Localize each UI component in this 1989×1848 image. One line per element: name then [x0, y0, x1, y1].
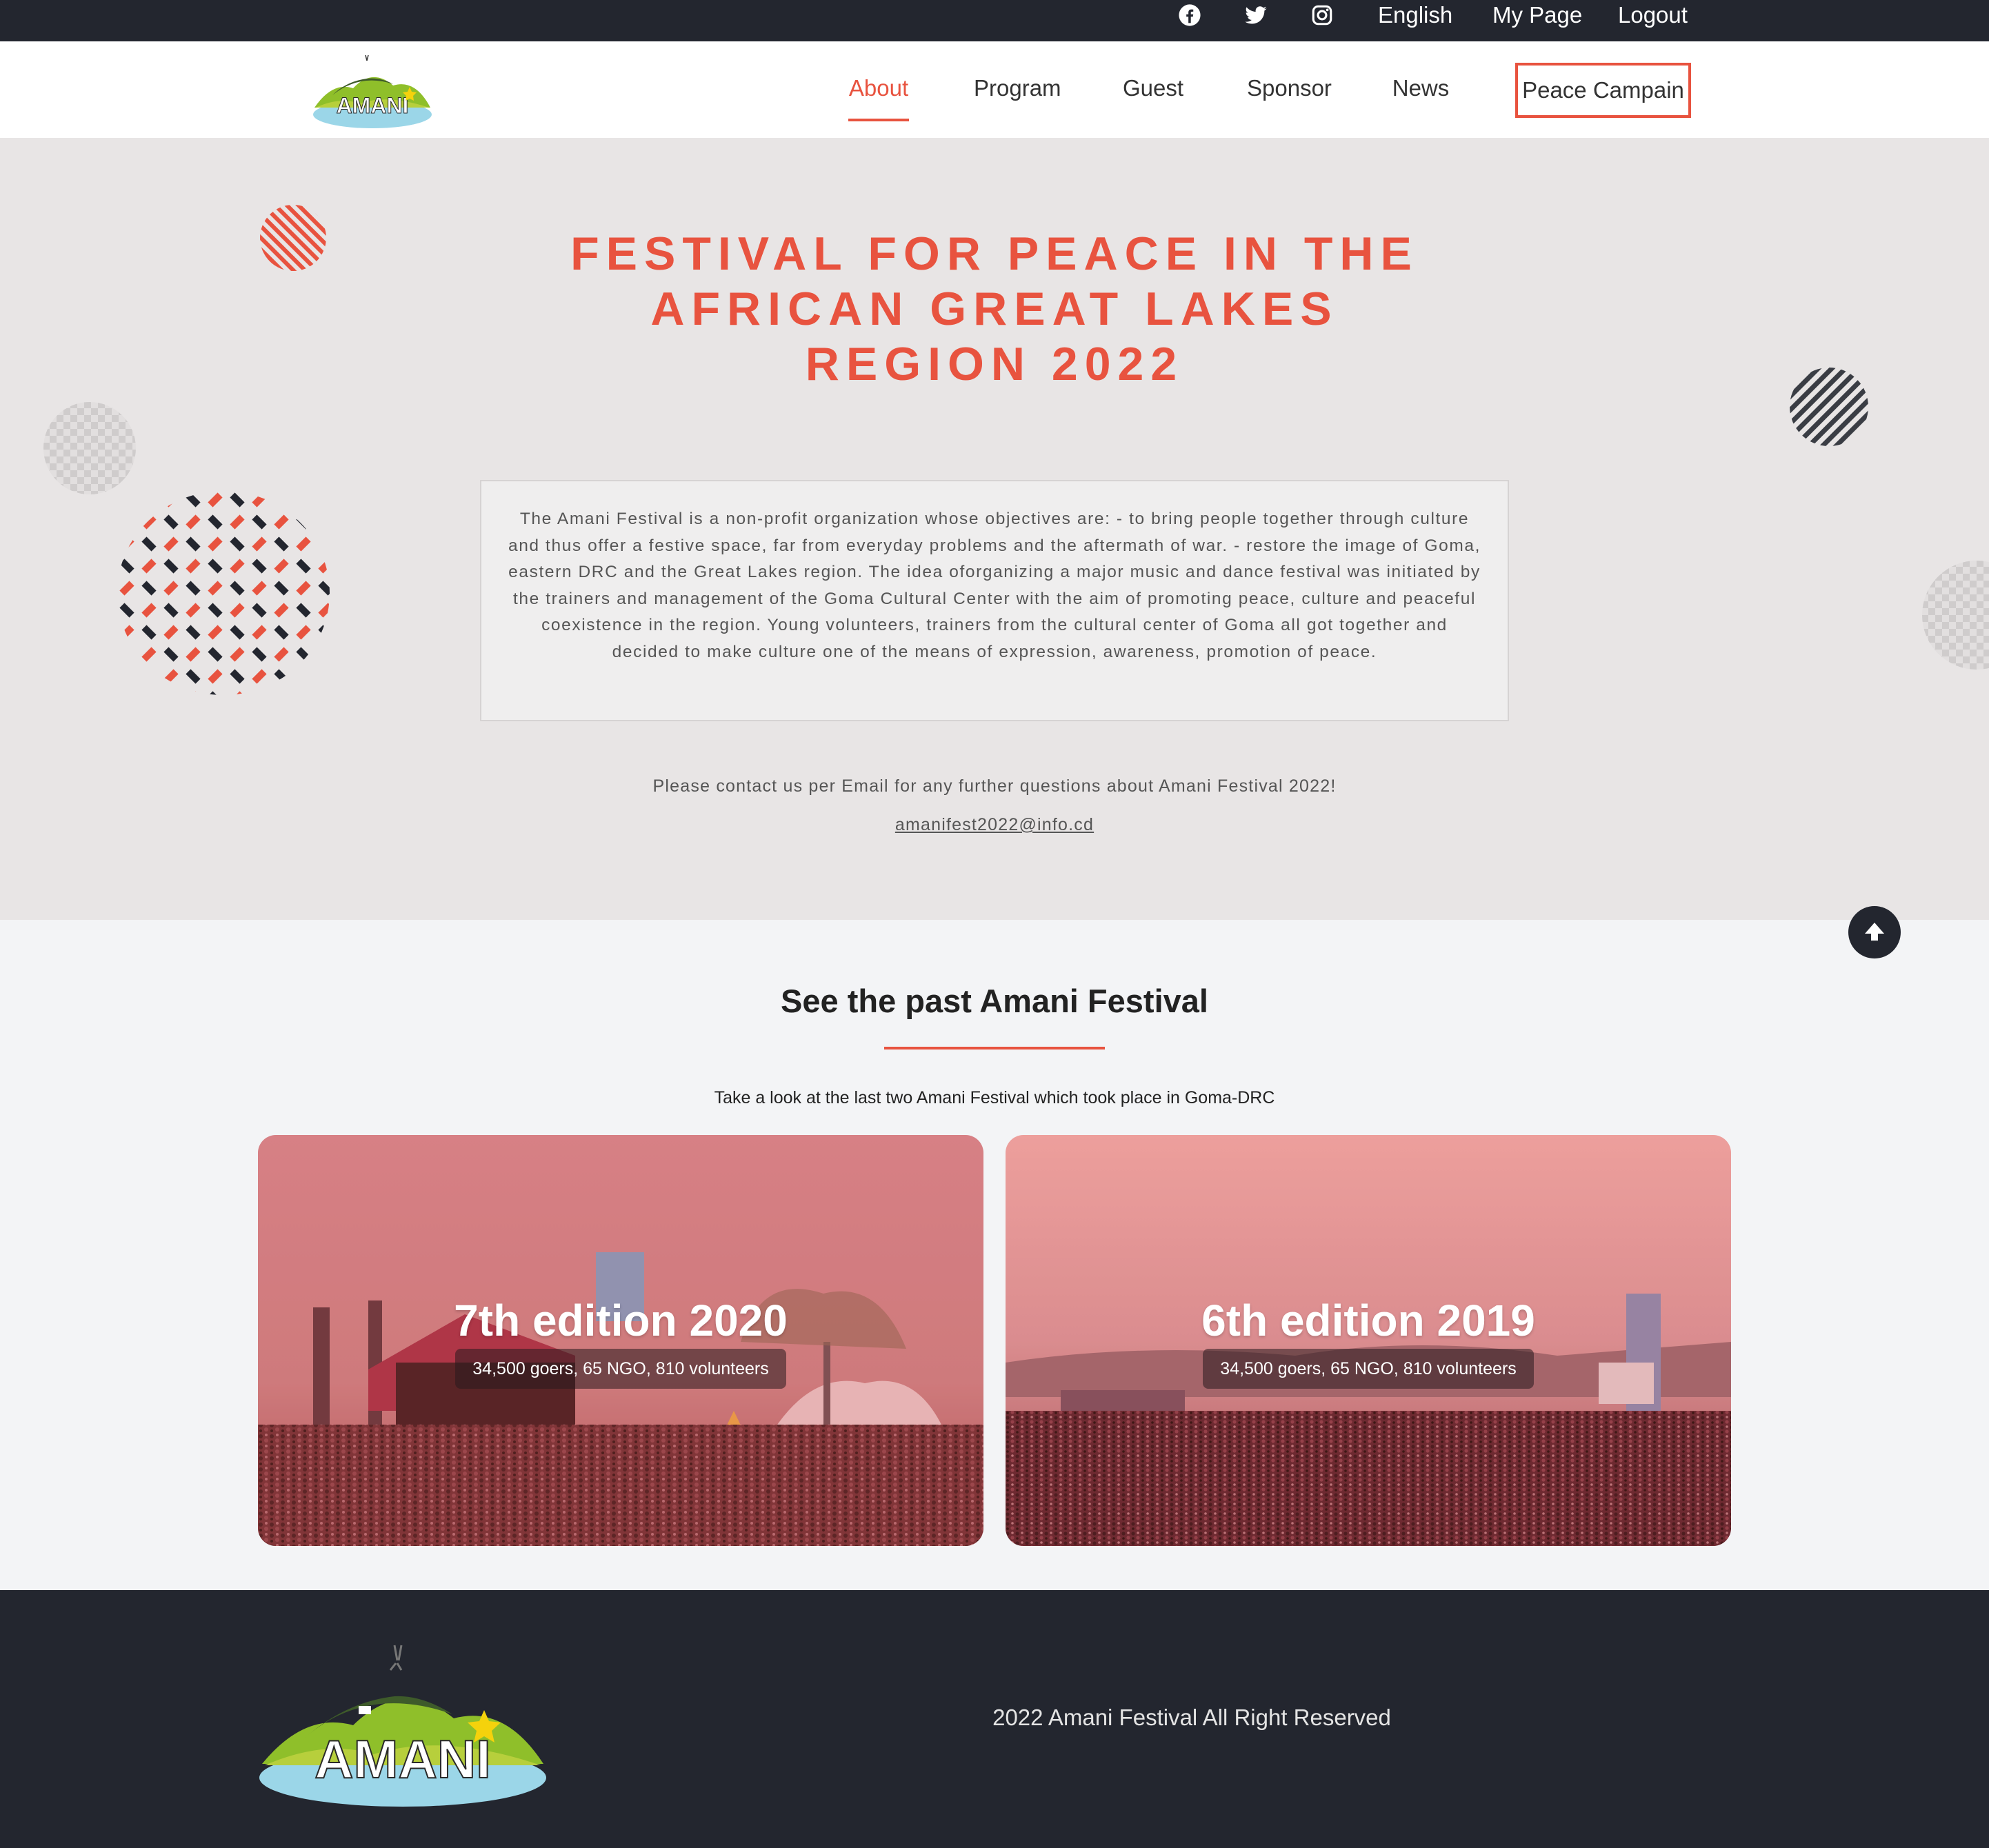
- logout-link[interactable]: Logout: [1618, 0, 1688, 30]
- card-title: 7th edition 2020: [454, 1296, 788, 1345]
- nav-about[interactable]: About: [848, 70, 909, 121]
- nav-guest[interactable]: Guest: [1123, 70, 1183, 106]
- hero-title: FESTIVAL FOR PEACE IN THE AFRICAN GREAT …: [483, 226, 1506, 392]
- striped-circle-decoration: [260, 205, 326, 271]
- checker-circle-decoration: [43, 402, 136, 494]
- checker-circle-decoration: [1922, 561, 1989, 670]
- festival-card-2020[interactable]: 7th edition 2020 34,500 goers, 65 NGO, 8…: [258, 1135, 983, 1546]
- card-title: 6th edition 2019: [1201, 1296, 1535, 1345]
- dash-pattern-circle-decoration: [117, 491, 330, 695]
- title-underline: [884, 1047, 1105, 1049]
- nav-sponsor[interactable]: Sponsor: [1247, 70, 1332, 106]
- my-page-link[interactable]: My Page: [1492, 0, 1582, 30]
- nav-news-label: News: [1392, 75, 1450, 101]
- svg-text:AMANI: AMANI: [337, 93, 409, 118]
- arrow-up-icon: [1865, 923, 1884, 941]
- twitter-icon[interactable]: [1244, 0, 1268, 30]
- main-navbar: AMANI About Program Guest Sponsor News P…: [0, 41, 1989, 138]
- instagram-icon[interactable]: [1310, 0, 1334, 30]
- copyright-text: 2022 Amani Festival All Right Reserved: [992, 1705, 1391, 1730]
- striped-circle-decoration: [1790, 368, 1868, 446]
- card-stats: 34,500 goers, 65 NGO, 810 volunteers: [1203, 1349, 1534, 1389]
- language-selector[interactable]: English: [1378, 0, 1452, 30]
- card-stats: 34,500 goers, 65 NGO, 810 volunteers: [455, 1349, 786, 1389]
- hero-section: FESTIVAL FOR PEACE IN THE AFRICAN GREAT …: [0, 138, 1989, 920]
- nav-sponsor-label: Sponsor: [1247, 75, 1332, 101]
- about-description-box: The Amani Festival is a non-profit organ…: [480, 480, 1509, 721]
- peace-campaign-button[interactable]: Peace Campain: [1515, 63, 1691, 118]
- nav-active-underline: [848, 119, 909, 121]
- nav-program[interactable]: Program: [974, 70, 1061, 106]
- contact-text: Please contact us per Email for any furt…: [652, 776, 1337, 796]
- scroll-to-top-button[interactable]: [1848, 906, 1901, 958]
- footer: AMANI 2022 Amani Festival All Right Rese…: [0, 1590, 1989, 1848]
- nav-guest-label: Guest: [1123, 75, 1184, 101]
- nav-news[interactable]: News: [1392, 70, 1450, 106]
- nav-about-label: About: [848, 75, 909, 101]
- past-festival-title: See the past Amani Festival: [781, 983, 1208, 1019]
- hero-title-line: REGION 2022: [805, 338, 1184, 390]
- amani-logo[interactable]: AMANI: [257, 1643, 549, 1808]
- hero-title-line: AFRICAN GREAT LAKES: [650, 283, 1339, 335]
- past-festival-subtitle: Take a look at the last two Amani Festiv…: [714, 1088, 1275, 1107]
- top-utility-bar: English My Page Logout: [0, 0, 1989, 41]
- festival-card-2019[interactable]: 6th edition 2019 34,500 goers, 65 NGO, 8…: [1006, 1135, 1731, 1546]
- svg-text:AMANI: AMANI: [314, 1729, 491, 1789]
- nav-program-label: Program: [974, 75, 1061, 101]
- facebook-icon[interactable]: [1178, 0, 1201, 30]
- about-description: The Amani Festival is a non-profit organ…: [508, 510, 1481, 661]
- hero-title-line: FESTIVAL FOR PEACE IN THE: [570, 228, 1419, 280]
- amani-logo[interactable]: AMANI: [312, 54, 433, 128]
- contact-email-link[interactable]: amanifest2022@info.cd: [828, 815, 1161, 835]
